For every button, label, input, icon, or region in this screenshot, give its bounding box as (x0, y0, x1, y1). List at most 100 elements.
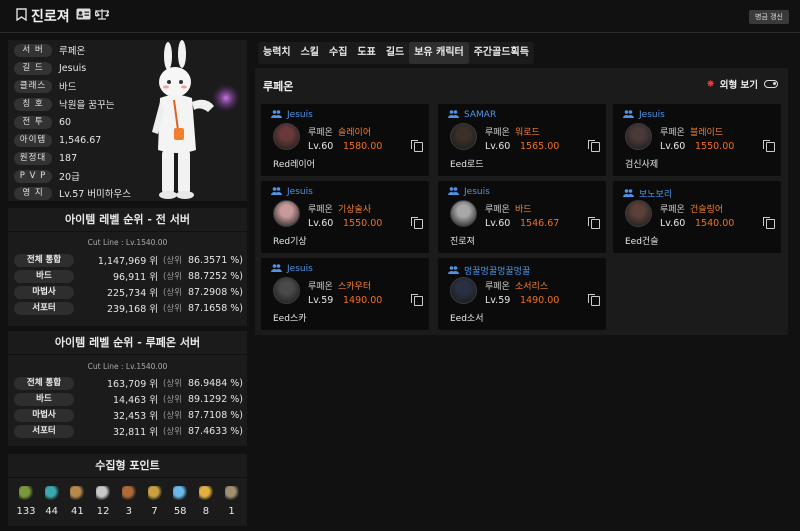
collectible-value: 7 (151, 506, 158, 517)
character-card[interactable]: Jesuis 루페온 슬레이어 Lv.60 1580.00 Red레이어 (261, 104, 429, 176)
guild-members-icon (448, 265, 459, 276)
character-level: Lv.60 (660, 218, 686, 229)
giant-heart-icon (70, 486, 85, 500)
character-card[interactable]: SAMAR 루페온 워로드 Lv.60 1565.00 Eed로드 (438, 104, 606, 176)
rank-server-title: 아이템 레벨 순위 - 루페온 서버 (8, 331, 247, 355)
collectible-item[interactable]: 41 (65, 486, 89, 517)
character-name: 검신사제 (625, 160, 659, 170)
collectible-item[interactable]: 7 (143, 486, 167, 517)
character-card[interactable]: Jesuis 루페온 기상술사 Lv.60 1550.00 Red기상 (261, 181, 429, 253)
character-card[interactable]: Jesuis 루페온 스카우터 Lv.59 1490.00 Eed스카 (261, 258, 429, 330)
tab-0[interactable]: 능력치 (258, 42, 296, 64)
bookmark-icon (16, 7, 27, 25)
rank-label: 전체 통합 (14, 253, 74, 267)
rank-percent: 86.3571 %) (187, 254, 244, 266)
copy-icon[interactable] (411, 217, 423, 229)
copy-icon[interactable] (588, 140, 600, 152)
character-portrait (450, 200, 477, 227)
guild-name: 보노보리 (639, 190, 673, 200)
characters-panel: 루페온 ✸ 외형 보기 Jesuis 루페온 슬레이어 Lv.60 1580.00 Red… (255, 68, 788, 335)
rank-prefix: (상위 (163, 395, 182, 405)
copy-icon[interactable] (411, 140, 423, 152)
profile-panel: 서 버 루페온 길 드 Jesuis 클래스 바드 칭 호 낙원을 꿈꾸는 전 투 60 아이템 1,… (8, 40, 247, 201)
refresh-button[interactable]: 병금 갱신 (749, 10, 789, 24)
guild-name: 멍꿀멍꿀멍꿀멍꿀 (464, 267, 531, 277)
tab-6[interactable]: 주간골드획득 (469, 42, 534, 64)
collectible-item[interactable]: 12 (91, 486, 115, 517)
character-portrait (625, 200, 652, 227)
collectible-item[interactable]: 8 (194, 486, 218, 517)
guild-members-icon (271, 187, 282, 197)
character-server: 루페온 (485, 128, 510, 138)
tab-3[interactable]: 도표 (352, 42, 380, 64)
profile-label: 영 지 (14, 186, 52, 200)
rank-prefix: (상위 (163, 427, 182, 437)
character-class: 워로드 (515, 128, 540, 138)
rank-row: 서포터 32,811 위 (상위 87.4633 %) (14, 424, 244, 438)
tab-5[interactable]: 보유 캐릭터 (409, 42, 469, 64)
rank-value: 14,463 위 (112, 395, 158, 406)
guild-members-icon (623, 110, 634, 120)
rank-all-cutline: Cut Line : Lv.1540.00 (87, 238, 168, 247)
profile-row: 서 버 루페온 (14, 43, 85, 57)
character-card[interactable]: Jesuis 루페온 바드 Lv.60 1546.67 진로져 (438, 181, 606, 253)
outfit-view-label: 외형 보기 (719, 80, 758, 91)
collectible-item[interactable]: 3 (117, 486, 141, 517)
copy-icon[interactable] (763, 140, 775, 152)
character-portrait (625, 123, 652, 150)
character-server: 루페온 (308, 205, 333, 215)
character-class: 블레이드 (690, 128, 724, 138)
adventure-icon (121, 486, 136, 500)
art-icon (96, 486, 111, 500)
character-item-level: 1565.00 (520, 141, 560, 152)
character-name: Eed소서 (450, 314, 484, 324)
copy-icon[interactable] (763, 217, 775, 229)
character-guild: Jesuis (448, 187, 490, 197)
profile-row: 원정대 187 (14, 151, 77, 165)
character-portrait (450, 277, 477, 304)
character-class: 기상술사 (338, 205, 372, 215)
rank-percent: 87.1658 %) (187, 302, 244, 314)
rank-label: 서포터 (14, 301, 74, 315)
profile-value: 1,546.67 (59, 134, 102, 146)
character-card[interactable]: Jesuis 루페온 블레이드 Lv.60 1550.00 검신사제 (613, 104, 781, 176)
tab-1[interactable]: 스킬 (296, 42, 324, 64)
tab-4[interactable]: 길드 (381, 42, 409, 64)
guild-name: SAMAR (464, 110, 497, 120)
toggle-icon[interactable] (764, 80, 778, 88)
copy-icon[interactable] (411, 294, 423, 306)
collectible-item[interactable]: 133 (14, 486, 38, 517)
rank-prefix: (상위 (163, 272, 182, 282)
rank-row: 전체 통합 163,709 위 (상위 86.9484 %) (14, 376, 244, 390)
rank-label: 바드 (14, 392, 74, 406)
character-server: 루페온 (660, 205, 685, 215)
character-item-level: 1490.00 (343, 295, 383, 306)
collectible-item[interactable]: 44 (40, 486, 64, 517)
profile-row: 칭 호 낙원을 꿈꾸는 (14, 97, 114, 111)
id-card-icon[interactable] (76, 8, 91, 24)
tab-2[interactable]: 수집 (324, 42, 352, 64)
character-guild: 보노보리 (623, 187, 672, 200)
collectible-item[interactable]: 1 (220, 486, 244, 517)
guild-members-icon (623, 188, 634, 199)
scale-icon[interactable] (93, 8, 112, 24)
rank-label: 서포터 (14, 424, 74, 438)
copy-icon[interactable] (588, 294, 600, 306)
outfit-view-toggle[interactable]: ✸ 외형 보기 (706, 77, 778, 91)
profile-value: 20급 (59, 172, 80, 183)
collectible-item[interactable]: 58 (168, 486, 192, 517)
character-item-level: 1550.00 (343, 218, 383, 229)
rank-server-cutline: Cut Line : Lv.1540.00 (87, 362, 168, 371)
page-header: 진로져 병금 갱신 (0, 0, 800, 33)
guild-members-icon (448, 187, 459, 197)
character-card[interactable]: 보노보리 루페온 건슬링어 Lv.60 1540.00 Eed건슬 (613, 181, 781, 253)
character-guild: Jesuis (271, 110, 313, 120)
profile-value: 낙원을 꿈꾸는 (59, 100, 115, 111)
character-card[interactable]: 멍꿀멍꿀멍꿀멍꿀 루페온 소서리스 Lv.59 1490.00 Eed소서 (438, 258, 606, 330)
rank-percent: 89.1292 %) (187, 393, 244, 405)
rank-label: 마법사 (14, 285, 74, 299)
character-level: Lv.60 (308, 218, 334, 229)
profile-row: P V P 20급 (14, 169, 80, 183)
copy-icon[interactable] (588, 217, 600, 229)
guild-name: Jesuis (639, 110, 665, 120)
